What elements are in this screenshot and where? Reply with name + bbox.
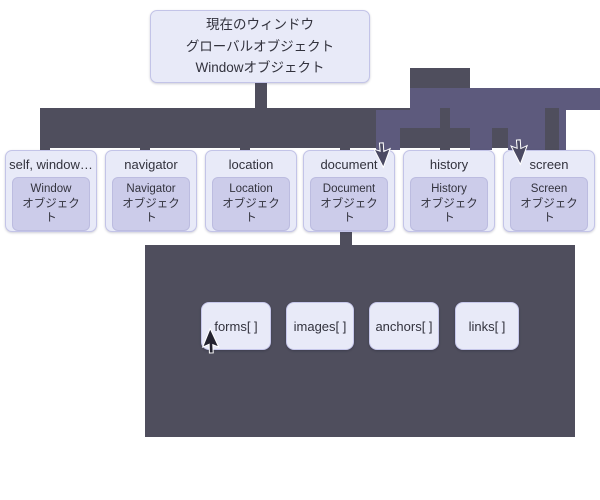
collection-node-links[interactable]: links[ ] <box>455 302 519 350</box>
object-line-1: Location <box>229 183 273 196</box>
connector-branch-bar <box>410 88 600 110</box>
property-node-label: self, window… <box>9 157 93 172</box>
object-line-2: オブジェクト <box>420 197 478 225</box>
connector-drop-6 <box>545 108 559 156</box>
property-node-self-window[interactable]: self, window… Window オブジェクト <box>5 150 97 232</box>
property-node-object: Location オブジェクト <box>212 177 290 232</box>
collection-node-label: links[ ] <box>468 318 506 334</box>
connector-drop-2 <box>140 108 150 156</box>
object-line-1: History <box>431 183 467 196</box>
object-line-2: オブジェクト <box>22 197 80 225</box>
window-summary-line-1: 現在のウィンドウ <box>206 16 314 32</box>
connector-drop-1 <box>40 108 50 156</box>
connector-drop-3 <box>240 108 250 156</box>
property-node-history[interactable]: history History オブジェクト <box>403 150 495 232</box>
property-node-object: History オブジェクト <box>410 177 488 232</box>
property-node-object: Navigator オブジェクト <box>112 177 190 232</box>
property-node-label: history <box>429 157 469 172</box>
window-summary-line-3: Windowオブジェクト <box>195 60 325 76</box>
collection-node-label: anchors[ ] <box>375 318 433 334</box>
collection-node-images[interactable]: images[ ] <box>286 302 354 350</box>
property-node-label: navigator <box>124 157 178 172</box>
connector-side-block <box>410 68 470 90</box>
diagram-canvas: 現在のウィンドウ グローバルオブジェクト Windowオブジェクト self, … <box>0 0 600 500</box>
object-line-2: オブジェクト <box>222 197 280 225</box>
property-node-object: Document オブジェクト <box>310 177 388 232</box>
object-line-2: オブジェクト <box>320 197 378 225</box>
connector-top-stem <box>255 83 267 108</box>
object-line-1: Navigator <box>126 183 176 196</box>
property-node-label: location <box>228 157 274 172</box>
connector-drop-4 <box>340 108 350 156</box>
collection-node-label: images[ ] <box>293 318 347 334</box>
property-node-label: screen <box>529 157 569 172</box>
object-line-2: オブジェクト <box>122 197 180 225</box>
property-node-location[interactable]: location Location オブジェクト <box>205 150 297 232</box>
property-node-object: Window オブジェクト <box>12 177 90 232</box>
window-summary-box: 現在のウィンドウ グローバルオブジェクト Windowオブジェクト <box>150 10 370 83</box>
collection-node-anchors[interactable]: anchors[ ] <box>369 302 439 350</box>
object-line-2: オブジェクト <box>520 197 578 225</box>
window-summary-line-2: グローバルオブジェクト <box>185 38 335 54</box>
property-node-navigator[interactable]: navigator Navigator オブジェクト <box>105 150 197 232</box>
object-line-1: Document <box>322 183 376 196</box>
object-line-1: Screen <box>530 183 568 196</box>
connector-branch-drop-mid <box>470 110 492 150</box>
connector-drop-5 <box>440 108 450 156</box>
object-line-1: Window <box>30 183 72 196</box>
property-node-object: Screen オブジェクト <box>510 177 588 232</box>
